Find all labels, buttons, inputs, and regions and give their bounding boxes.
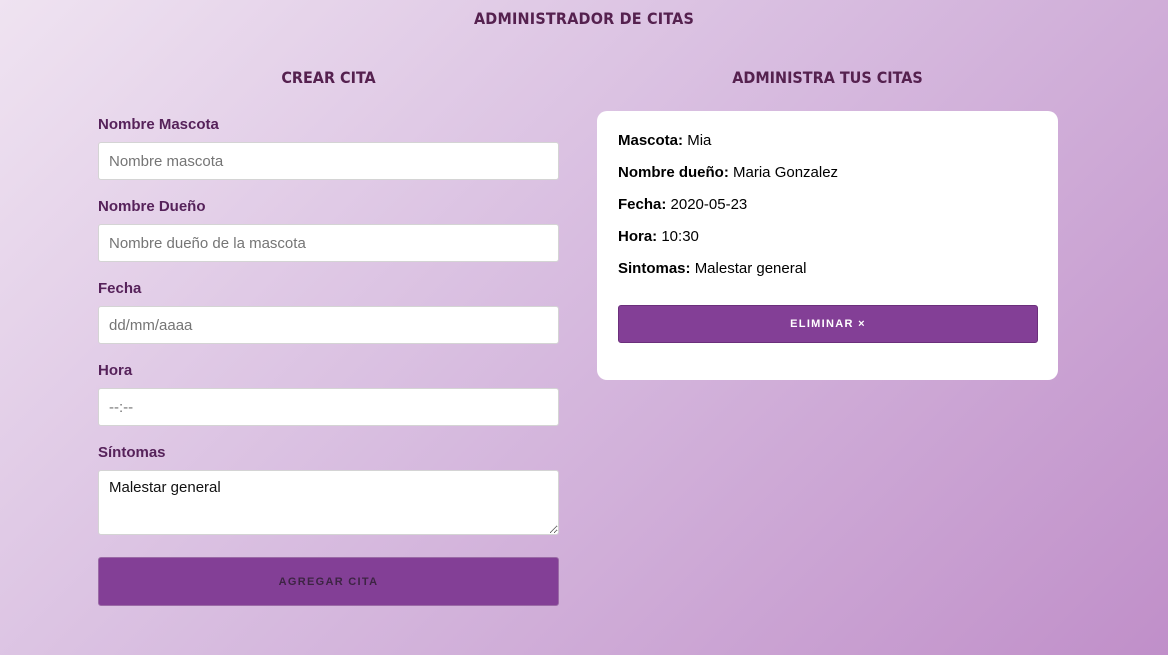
app-title: ADMINISTRADOR DE CITAS [473,9,695,28]
appointment-card: Mascota: Mia Nombre dueño: Maria Gonzale… [597,111,1058,380]
date-label: Fecha [98,280,142,297]
appointment-symptoms-value: Malestar general [694,260,807,277]
manage-appointments-heading: ADMINISTRA TUS CITAS [732,68,923,87]
appointment-owner-value: Maria Gonzalez [733,164,839,181]
appointment-date-value: 2020-05-23 [670,196,748,213]
create-appointment-heading: CREAR CITA [281,68,376,87]
time-label: Hora [98,362,133,379]
owner-name-input[interactable] [98,224,559,262]
appointment-time-value: 10:30 [661,228,699,245]
appointment-date-label: Fecha: [618,196,667,213]
pet-name-input[interactable] [98,142,559,180]
appointment-time-label: Hora: [618,228,658,245]
delete-appointment-button[interactable]: ELIMINAR × [618,305,1038,343]
owner-name-label: Nombre Dueño [98,198,206,215]
pet-name-label: Nombre Mascota [98,116,219,133]
date-input[interactable] [98,306,559,344]
appointment-owner-label: Nombre dueño: [618,164,729,181]
appointment-pet-value: Mia [687,132,712,149]
time-input[interactable] [98,388,559,426]
appointment-pet: Mascota: Mia [618,132,1038,150]
appointment-time: Hora: 10:30 [618,228,1038,246]
add-appointment-button[interactable]: AGREGAR CITA [98,557,559,606]
symptoms-label: Síntomas [98,444,166,461]
symptoms-textarea[interactable]: Malestar general [98,470,559,535]
appointment-date: Fecha: 2020-05-23 [618,196,1038,214]
appointment-symptoms-label: Sintomas: [618,260,691,277]
appointment-form: Nombre Mascota Nombre Dueño Fecha Hora S… [98,113,559,606]
appointment-owner: Nombre dueño: Maria Gonzalez [618,164,1038,182]
appointment-symptoms: Sintomas: Malestar general [618,260,1038,278]
appointment-pet-label: Mascota: [618,132,684,149]
